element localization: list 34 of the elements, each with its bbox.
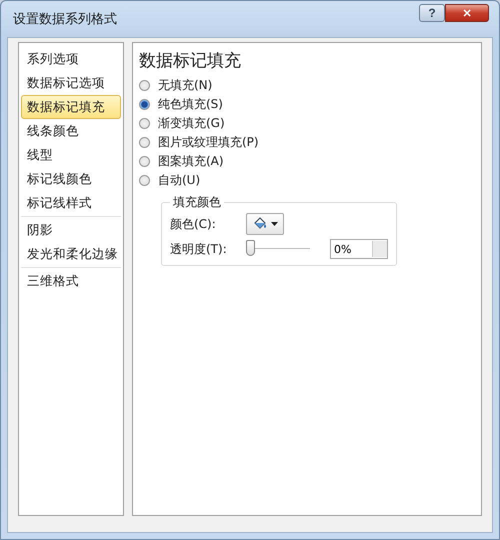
category-item[interactable]: 线型 — [21, 143, 121, 167]
radio-button[interactable] — [139, 137, 150, 148]
category-item[interactable]: 发光和柔化边缘 — [21, 242, 121, 266]
radio-button[interactable] — [139, 99, 150, 110]
option-label: 无填充(N) — [158, 77, 212, 94]
category-item[interactable]: 数据标记填充 — [21, 95, 121, 119]
paint-bucket-icon — [252, 217, 268, 231]
transparency-label: 透明度(T): — [170, 240, 228, 258]
option-label: 自动(U) — [158, 172, 200, 189]
window-title: 设置数据系列格式 — [13, 11, 118, 28]
category-item[interactable]: 数据标记选项 — [21, 71, 121, 95]
radio-button[interactable] — [139, 156, 150, 167]
option-label: 纯色填充(S) — [158, 96, 223, 113]
category-item[interactable]: 系列选项 — [21, 47, 121, 71]
close-button[interactable]: ✕ — [445, 4, 489, 22]
category-item[interactable]: 线条颜色 — [21, 119, 121, 143]
category-item[interactable]: 标记线样式 — [21, 191, 121, 215]
color-label: 颜色(C): — [170, 216, 217, 232]
panel-heading: 数据标记填充 — [139, 50, 242, 72]
category-item[interactable]: 标记线颜色 — [21, 167, 121, 191]
transparency-spinbox[interactable]: 0% — [330, 239, 388, 259]
group-legend: 填充颜色 — [170, 194, 224, 211]
option-label: 渐变填充(G) — [158, 115, 225, 132]
color-picker-button[interactable] — [246, 213, 284, 235]
radio-button[interactable] — [139, 175, 150, 186]
option-label: 图案填充(A) — [158, 153, 224, 170]
option-label: 图片或纹理填充(P) — [158, 134, 259, 151]
help-button[interactable]: ? — [419, 4, 445, 22]
radio-button[interactable] — [139, 80, 150, 91]
radio-button[interactable] — [139, 118, 150, 129]
caret-icon — [271, 222, 278, 226]
slider-thumb[interactable] — [246, 240, 255, 256]
category-item[interactable]: 三维格式 — [21, 269, 121, 293]
category-item[interactable]: 阴影 — [21, 218, 121, 242]
